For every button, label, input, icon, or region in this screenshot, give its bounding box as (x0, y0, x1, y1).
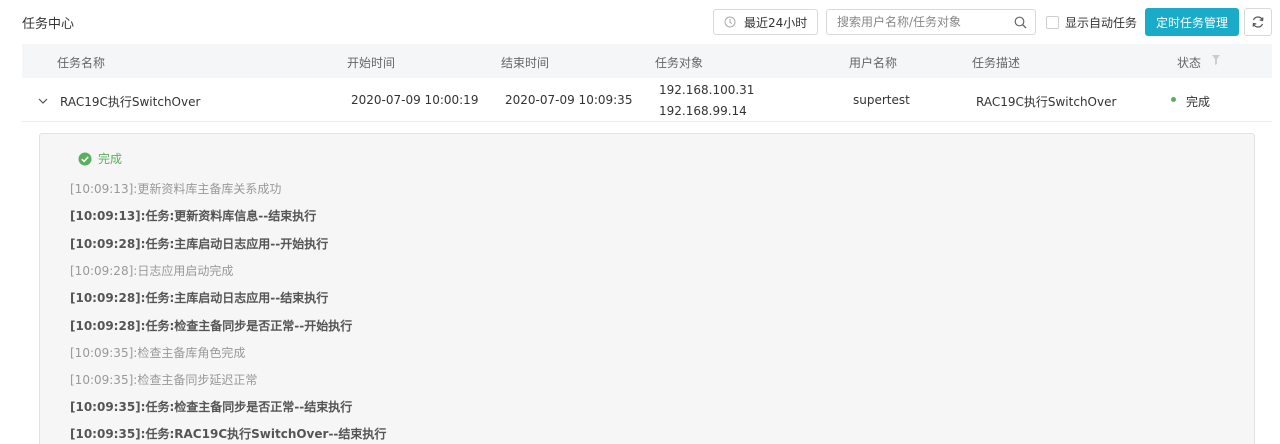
status-dot (1171, 97, 1176, 102)
show-auto-task-checkbox[interactable]: 显示自动任务 (1046, 14, 1137, 31)
check-circle-icon (78, 152, 92, 165)
search-box[interactable] (826, 9, 1036, 35)
page-title: 任务中心 (22, 17, 75, 32)
column-task-name: 任务名称 (57, 56, 106, 70)
detail-status: 完成 (78, 150, 122, 167)
task-target-cell: 192.168.100.31 (659, 83, 755, 97)
column-end-time: 结束时间 (501, 56, 550, 70)
search-input[interactable] (827, 10, 1007, 34)
filter-icon[interactable] (1211, 54, 1221, 66)
log-line: [10:09:28]:任务:主库启动日志应用--结束执行 (70, 291, 329, 305)
column-start-time: 开始时间 (347, 56, 396, 70)
task-target-cell: 192.168.99.14 (659, 104, 747, 118)
log-line: [10:09:28]:任务:主库启动日志应用--开始执行 (70, 237, 329, 251)
end-time-cell: 2020-07-09 10:09:35 (505, 93, 633, 107)
page-header: 任务中心 最近24小时 显示自动任务 定时任务管理 (0, 0, 1280, 44)
column-user-name: 用户名称 (849, 56, 898, 70)
log-line: [10:09:35]:任务:RAC19C执行SwitchOver--结束执行 (70, 427, 387, 441)
detail-status-label: 完成 (98, 152, 123, 166)
log-line: [10:09:35]:检查主备库角色完成 (70, 346, 246, 360)
log-line: [10:09:35]:任务:检查主备同步是否正常--结束执行 (70, 400, 353, 414)
time-range-label: 最近24小时 (744, 15, 808, 30)
scheduled-task-button[interactable]: 定时任务管理 (1145, 8, 1239, 36)
task-name-cell: RAC19C执行SwitchOver (60, 95, 201, 109)
start-time-cell: 2020-07-09 10:00:19 (351, 93, 479, 107)
column-task-target: 任务对象 (655, 56, 704, 70)
log-line: [10:09:28]:任务:检查主备同步是否正常--开始执行 (70, 319, 353, 333)
show-auto-task-label: 显示自动任务 (1065, 16, 1138, 30)
search-icon[interactable] (1014, 16, 1027, 29)
column-task-description: 任务描述 (972, 56, 1021, 70)
log-line: [10:09:13]:更新资料库主备库关系成功 (70, 182, 282, 196)
user-name-cell: supertest (853, 93, 910, 107)
log-line: [10:09:35]:检查主备同步延迟正常 (70, 373, 258, 387)
clock-icon (724, 16, 736, 28)
table-header (22, 44, 1272, 78)
checkbox-box[interactable] (1046, 16, 1059, 29)
task-description-cell: RAC19C执行SwitchOver (976, 95, 1117, 109)
column-status: 状态 (1177, 56, 1202, 70)
refresh-icon (1252, 16, 1264, 28)
status-badge: 完成 (1186, 95, 1211, 109)
refresh-button[interactable] (1244, 8, 1272, 36)
chevron-down-icon[interactable] (37, 95, 49, 107)
time-range-button[interactable]: 最近24小时 (713, 9, 818, 35)
log-line: [10:09:28]:日志应用启动完成 (70, 264, 234, 278)
log-line: [10:09:13]:任务:更新资料库信息--结束执行 (70, 209, 317, 223)
